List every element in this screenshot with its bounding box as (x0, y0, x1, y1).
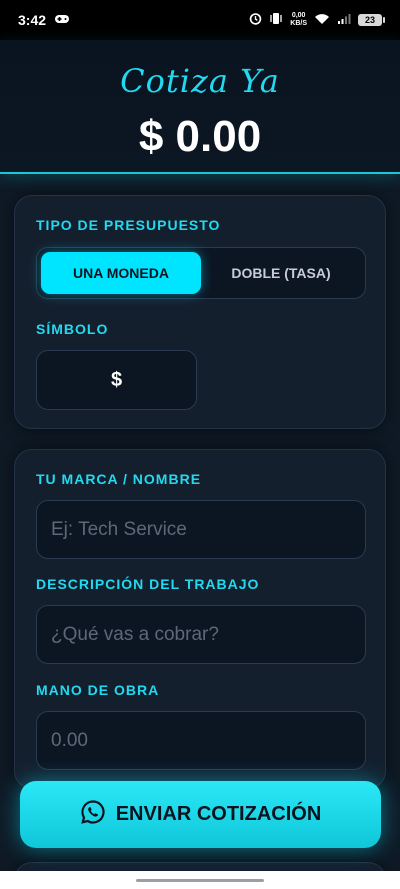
budget-type-card: TIPO DE PRESUPUESTO UNA MONEDA DOBLE (TA… (14, 195, 386, 429)
labor-cost-input[interactable] (36, 711, 366, 770)
option-double-rate[interactable]: DOBLE (TASA) (201, 252, 361, 294)
status-bar: 3:42 0,00 KB/S 23 (0, 0, 400, 40)
alarm-icon (249, 12, 262, 28)
wifi-icon (314, 13, 330, 28)
budget-type-toggle: UNA MONEDA DOBLE (TASA) (36, 247, 366, 299)
budget-type-label: TIPO DE PRESUPUESTO (36, 217, 221, 233)
job-description-label: DESCRIPCIÓN DEL TRABAJO (36, 576, 260, 592)
send-quote-button[interactable]: ENVIAR COTIZACIÓN (20, 781, 381, 848)
net-speed-value: 0,00 (291, 12, 306, 19)
status-time: 3:42 (18, 12, 47, 28)
battery-icon: 23 (358, 14, 385, 26)
status-left: 3:42 (18, 12, 70, 28)
status-right: 0,00 KB/S 23 (249, 12, 385, 28)
game-controller-icon (54, 12, 70, 28)
quote-form-card: TU MARCA / NOMBRE DESCRIPCIÓN DEL TRABAJ… (14, 449, 386, 789)
send-quote-label: ENVIAR COTIZACIÓN (115, 803, 322, 825)
brand-name-label: TU MARCA / NOMBRE (36, 471, 202, 487)
network-speed: 0,00 KB/S (290, 12, 307, 28)
brand-name-input[interactable] (36, 500, 366, 559)
total-amount: $ 0.00 (138, 112, 262, 161)
option-single-currency[interactable]: UNA MONEDA (41, 252, 201, 294)
labor-cost-label: MANO DE OBRA (36, 682, 160, 698)
currency-symbol-selector[interactable]: $ (36, 350, 197, 410)
app-title: Cotiza Ya (120, 62, 280, 100)
app-header: Cotiza Ya $ 0.00 (0, 40, 400, 174)
signal-icon (337, 13, 351, 28)
job-description-input[interactable] (36, 605, 366, 664)
system-nav-bar (0, 871, 400, 889)
net-speed-unit: KB/S (290, 20, 307, 27)
whatsapp-icon (80, 799, 106, 831)
vibrate-icon (269, 12, 283, 28)
home-indicator[interactable] (136, 879, 264, 882)
symbol-label: SÍMBOLO (36, 321, 109, 337)
